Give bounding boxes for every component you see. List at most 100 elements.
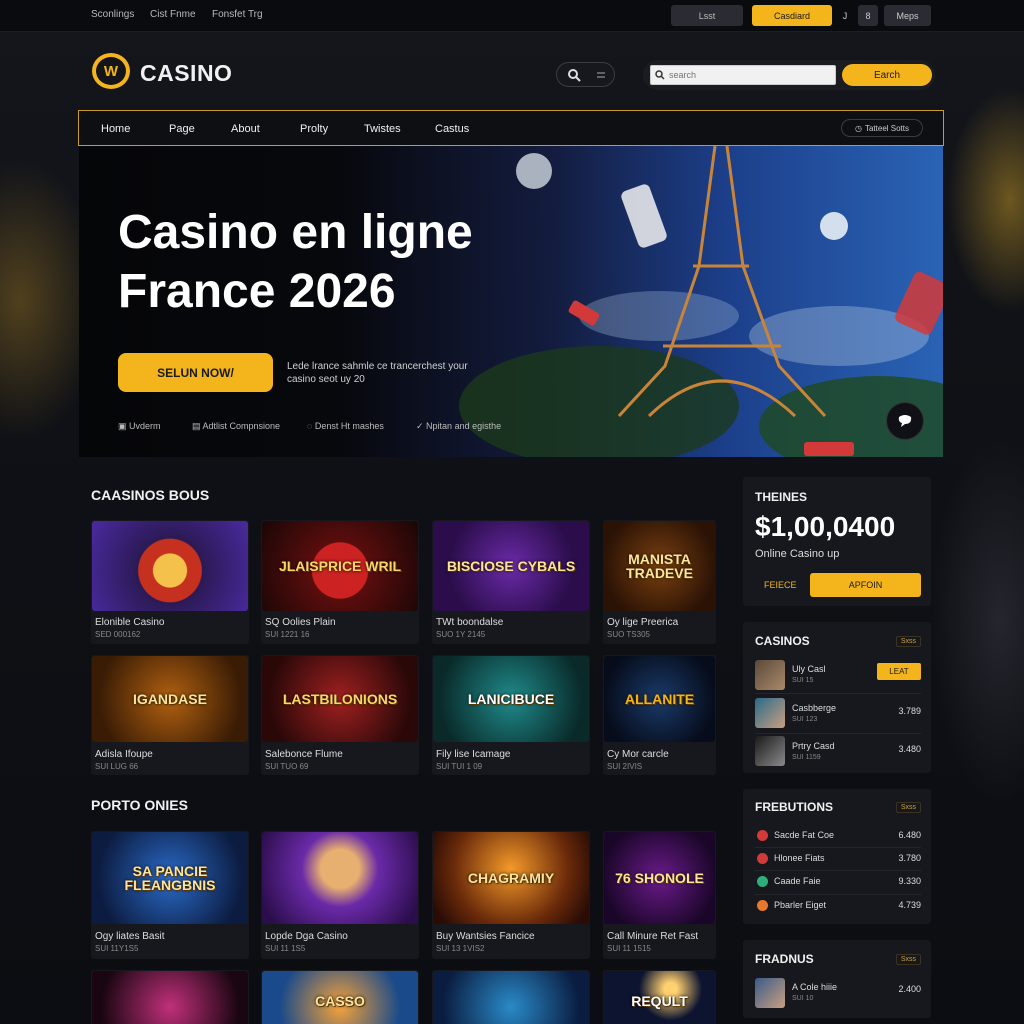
search-input[interactable] xyxy=(650,65,836,85)
list-item-name: Uly Casl xyxy=(792,664,826,674)
game-card-image-text: 76 SHONOLE xyxy=(615,870,704,886)
game-card-image: SA PANCIE FLEANGBNIS xyxy=(92,832,248,924)
game-card-image xyxy=(92,971,248,1024)
hero-subtitle: Lede lrance sahmle ce trancerchest your … xyxy=(287,361,468,385)
list-item[interactable]: A Cole hiiie SUI 10 2.400 xyxy=(755,976,921,1010)
game-card-image: JLAISPRICE WRIL xyxy=(262,521,418,611)
hero-feature-4: ✓ Npitan and egisthe xyxy=(416,421,501,432)
game-card-sub: SUI 1221 16 xyxy=(265,630,310,639)
avatar xyxy=(755,698,785,728)
game-card[interactable]: CHAGRAMIY Buy Wantsies Fancice SUI 13 1VIS… xyxy=(432,831,590,959)
game-card-title: TWt boondalse xyxy=(436,617,504,628)
list-item[interactable]: Casbberge SUI 123 3.789 xyxy=(755,696,921,734)
top-mini-2[interactable]: 8 xyxy=(858,5,878,26)
game-card[interactable]: IGANDASE Adisla Ifoupe SUI LUG 66 xyxy=(91,655,249,775)
game-card[interactable]: BISCIOSE CYBALS TWt boondalse SUO 1Y 2145 xyxy=(432,520,590,644)
feature-label-1: Uvderm xyxy=(129,421,161,431)
game-card-image xyxy=(262,832,418,924)
list-item-name: Sacde Fat Coe xyxy=(774,830,835,840)
nav-prolty[interactable]: Prolty xyxy=(300,123,328,135)
nav-badge-label: Tatteel Sotts xyxy=(864,123,909,133)
casinos-panel: CASINOS Sxss Uly Casl SUI 15 LEAT Casbberg… xyxy=(743,622,931,773)
frebutions-panel: FREBUTIONS Sxss Sacde Fat Coe 6.480 Hlone… xyxy=(743,789,931,924)
fradnus-title: FRADNUS xyxy=(755,952,814,966)
game-card-image-text: LANICIBUCE xyxy=(467,691,555,707)
game-card[interactable]: ALLANITE Cy Mor carcle SUI 2IVIS xyxy=(603,655,716,775)
game-card-sub: SUI 11 1515 xyxy=(607,944,651,953)
game-card-image-text: SA PANCIE FLEANGBNIS xyxy=(124,863,216,893)
game-card[interactable]: CASSO xyxy=(261,970,419,1024)
game-card-image xyxy=(433,971,589,1024)
top-link-3[interactable]: Fonsfet Trg xyxy=(212,9,263,20)
top-mini-1[interactable]: J xyxy=(839,5,851,26)
list-item-value: 2.400 xyxy=(898,984,921,994)
game-card-image: MANISTA TRADEVE xyxy=(604,521,715,611)
list-item[interactable]: Uly Casl SUI 15 LEAT xyxy=(755,658,921,694)
nav-twistes[interactable]: Twistes xyxy=(364,123,401,135)
game-card[interactable] xyxy=(432,970,590,1024)
avatar xyxy=(755,660,785,690)
top-maps-button[interactable]: Meps xyxy=(884,5,931,26)
hero-feature-3: ◌ Denst Ht mashes xyxy=(307,421,384,431)
casinos-tag[interactable]: Sxss xyxy=(895,636,921,647)
avatar xyxy=(755,736,785,766)
menu-icon[interactable] xyxy=(595,69,607,81)
game-card[interactable]: SA PANCIE FLEANGBNIS Ogy liates Basit SUI … xyxy=(91,831,249,959)
chat-button[interactable] xyxy=(886,402,924,440)
avatar xyxy=(755,978,785,1008)
status-dot-icon xyxy=(757,853,768,864)
game-card-image: LANICIBUCE xyxy=(433,656,589,742)
top-bar: Sconlings Cist Fnme Fonsfet Trg Lsst Cas… xyxy=(0,0,1024,32)
top-link-1[interactable]: Sconlings xyxy=(91,9,134,20)
list-item[interactable]: Sacde Fat Coe 6.480 xyxy=(755,825,921,848)
jackpot-link[interactable]: FEIECE xyxy=(764,580,797,590)
search-button[interactable]: Earch xyxy=(842,64,932,86)
game-card[interactable]: JLAISPRICE WRIL SQ Oolies Plain SUI 1221 1… xyxy=(261,520,419,644)
list-item-value: 3.789 xyxy=(898,706,921,716)
game-card[interactable]: REQULT xyxy=(603,970,716,1024)
top-link-2[interactable]: Cist Fnme xyxy=(150,9,196,20)
hero-cta-button[interactable]: SELUN NOW/ xyxy=(118,353,273,392)
fradnus-tag[interactable]: Sxss xyxy=(895,954,921,965)
game-card[interactable]: MANISTA TRADEVE Oy lige Preerica SUO TS305 xyxy=(603,520,716,644)
logo-text[interactable]: CASINO xyxy=(140,60,232,87)
list-item-button[interactable]: LEAT xyxy=(877,663,921,680)
game-card[interactable]: LASTBILONIONS Salebonce Flume SUI TUO 69 xyxy=(261,655,419,775)
game-card[interactable]: Elonible Casino SED 000162 xyxy=(91,520,249,644)
feature-label-3: Denst Ht mashes xyxy=(314,421,384,431)
list-item[interactable]: Pbarler Eiget 4.739 xyxy=(755,895,921,919)
list-item[interactable]: Caade Faie 9.330 xyxy=(755,871,921,895)
game-card[interactable] xyxy=(91,970,249,1024)
nav-castus[interactable]: Castus xyxy=(435,123,469,135)
game-card-title: SQ Oolies Plain xyxy=(265,617,336,628)
frebutions-tag[interactable]: Sxss xyxy=(895,802,921,813)
game-card-title: Elonible Casino xyxy=(95,617,165,628)
game-card-image-text: CASSO xyxy=(315,993,365,1009)
game-card[interactable]: 76 SHONOLE Call Minure Ret Fast SUI 11 151… xyxy=(603,831,716,959)
nav-home[interactable]: Home xyxy=(101,123,130,135)
search-icon[interactable] xyxy=(567,68,581,82)
game-card[interactable]: LANICIBUCE Fily lise Icamage SUI TUI 1 09 xyxy=(432,655,590,775)
list-item-sub: SUI 10 xyxy=(792,995,814,1002)
section-title-porto-onies: PORTO ONIES xyxy=(91,797,188,813)
nav-page[interactable]: Page xyxy=(169,123,195,135)
list-item[interactable]: Hlonee Fiats 3.780 xyxy=(755,848,921,871)
top-gold-button[interactable]: Casdiard xyxy=(752,5,832,26)
game-card-title: Ogy liates Basit xyxy=(95,931,165,942)
jackpot-button[interactable]: APFOIN xyxy=(810,573,921,597)
nav-badge[interactable]: ◷ Tatteel Sotts xyxy=(841,119,923,137)
list-item-sub: SUI 15 xyxy=(792,677,814,684)
game-card-title: Adisla Ifoupe xyxy=(95,749,153,760)
top-dark-button[interactable]: Lsst xyxy=(671,5,743,26)
game-card-title: Oy lige Preerica xyxy=(607,617,679,628)
game-card-title: Salebonce Flume xyxy=(265,749,343,760)
game-card-title: Lopde Dga Casino xyxy=(265,931,348,942)
list-item-name: Pbarler Eiget xyxy=(774,900,827,910)
game-card-sub: SED 000162 xyxy=(95,630,141,639)
game-card[interactable]: Lopde Dga Casino SUI 11 1S5 xyxy=(261,831,419,959)
hero-feature-2: ▤ Adtlist Compnsione xyxy=(192,421,280,432)
list-item[interactable]: Prtry Casd SUI 1159 3.480 xyxy=(755,736,921,770)
logo-icon[interactable]: W xyxy=(92,53,130,89)
nav-about[interactable]: About xyxy=(231,123,260,135)
list-item-value: 3.480 xyxy=(898,744,921,754)
